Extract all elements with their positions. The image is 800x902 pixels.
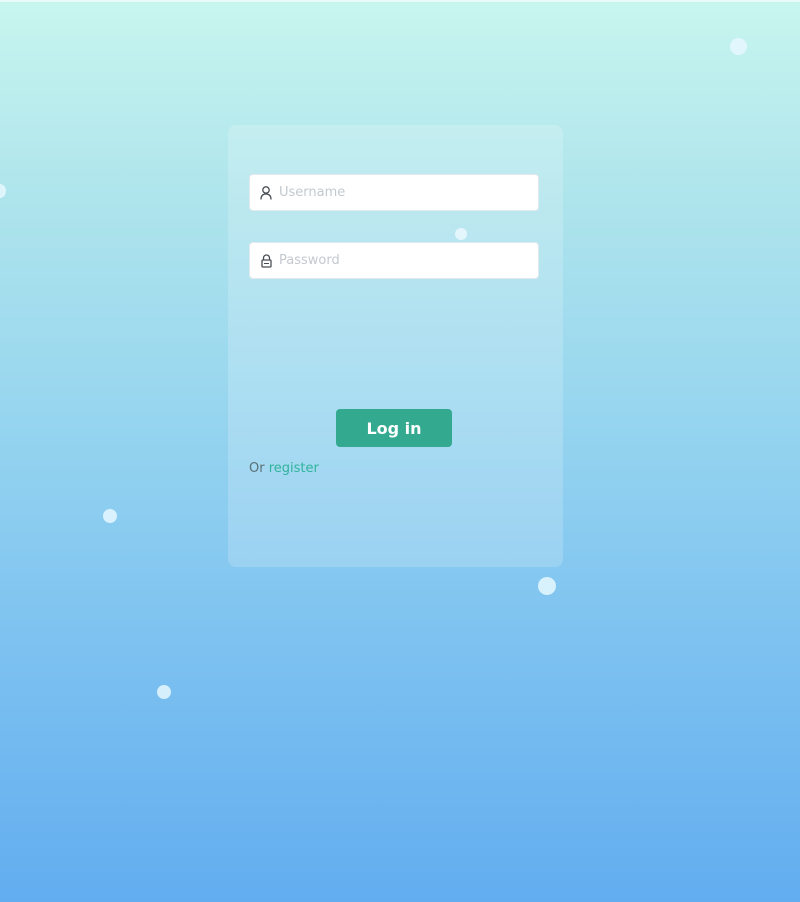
register-prefix: Or [249,461,269,476]
username-field[interactable] [249,174,539,211]
floating-dot [730,38,747,55]
floating-dot [103,509,117,523]
register-link[interactable]: register [269,461,319,476]
username-input[interactable] [279,177,529,208]
password-input[interactable] [279,245,529,276]
login-button[interactable]: Log in [336,409,452,447]
top-border [0,0,800,2]
lock-icon [259,253,273,269]
floating-dot [157,685,171,699]
floating-dot [538,577,556,595]
floating-dot [0,184,6,198]
login-card: Log in Or register [228,125,563,567]
user-icon [259,185,273,201]
password-field[interactable] [249,242,539,279]
register-line: Or register [249,461,319,476]
